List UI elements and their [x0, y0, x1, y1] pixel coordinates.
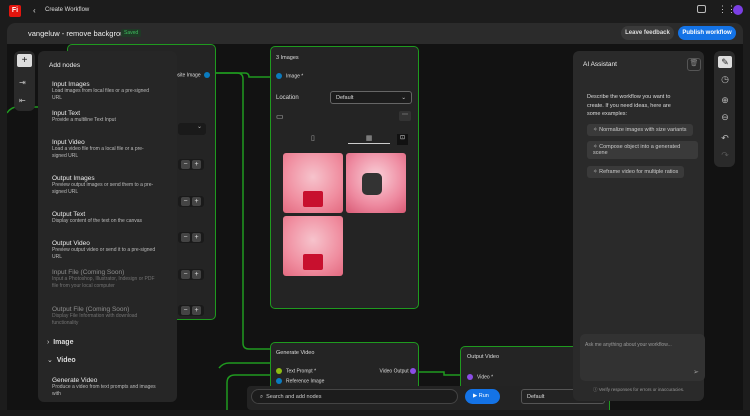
zoom-out-icon[interactable]: ⊖	[718, 111, 732, 123]
chevron-down-icon: ⌄	[47, 357, 57, 364]
node-title: Generate Video	[276, 350, 315, 356]
left-tool-rail: + ⇥ ⇤	[14, 51, 35, 111]
stepper[interactable]: − +	[178, 305, 204, 316]
add-nodes-panel: Add nodes Input Images Load images from l…	[38, 51, 177, 402]
port-label: Video *	[477, 374, 494, 381]
zoom-in-icon[interactable]: ⊕	[718, 94, 732, 106]
top-bar: Fi ‹ Create Workflow ⋮⋮	[0, 0, 750, 22]
send-icon: ➢	[693, 369, 699, 376]
avatar[interactable]	[733, 5, 743, 15]
stepper[interactable]: − +	[178, 269, 204, 280]
node-item[interactable]: Input Text Provide a multiline Text Input	[52, 110, 157, 139]
run-button[interactable]: ▶ Run	[465, 389, 500, 404]
output-port[interactable]	[204, 72, 210, 78]
stepper[interactable]: − +	[178, 159, 204, 170]
workspace: vangeluw - remove background Saved Leave…	[7, 23, 743, 410]
node-item[interactable]: Output Video Preview output video or send…	[52, 240, 157, 269]
add-node-plus-icon[interactable]: +	[17, 54, 32, 67]
node-item-disabled: Input File (Coming Soon) Input a Photosho…	[52, 269, 155, 289]
input-port[interactable]	[467, 374, 473, 380]
output-port[interactable]	[410, 368, 416, 374]
disclaimer: ⓘ Verify responses for errors or inaccur…	[593, 387, 685, 392]
assistant-chat-icon[interactable]: ✎	[718, 56, 732, 68]
port-label: osite Image	[174, 72, 201, 79]
node-item[interactable]: Input Images Load images from local files…	[52, 81, 157, 110]
chat-icon[interactable]	[697, 5, 706, 13]
example-prompt[interactable]: ✧ Normalize images with size variants	[587, 124, 693, 136]
node-item[interactable]: Input Video Load a video file from a loca…	[52, 139, 157, 175]
trash-icon[interactable]: 🗑	[687, 58, 701, 71]
node-item[interactable]: Generate Video Produce a video from text …	[52, 377, 162, 398]
input-port[interactable]	[276, 378, 282, 384]
dropdown-chevron-icon[interactable]: ⌄	[178, 123, 206, 135]
example-prompt[interactable]: ✧ Reframe video for multiple ratios	[587, 166, 685, 178]
right-tool-rail: ✎ ◷ ⊕ ⊖ ↶ ↷	[714, 51, 735, 167]
chevron-down-icon: ⌄	[401, 95, 406, 101]
folder-icon[interactable]: ▭	[276, 112, 284, 121]
zoom-fit-icon[interactable]: ⊡	[397, 134, 408, 145]
image-thumbnail[interactable]	[346, 153, 406, 213]
stepper[interactable]: − +	[178, 232, 204, 243]
input-port[interactable]	[276, 73, 282, 79]
export-icon[interactable]: ⇤	[19, 96, 26, 105]
node-list: Input Images Load images from local files…	[52, 81, 157, 343]
assistant-input[interactable]: Ask me anything about your workflow... ➢	[580, 334, 705, 381]
search-nodes-input[interactable]: ⌕ Search and add nodes	[251, 389, 458, 404]
images-node[interactable]: 3 Images Image * Location Default ⌄ ▭ ⋯ ▯…	[270, 46, 419, 309]
history-icon[interactable]: ◷	[718, 73, 732, 85]
app-logo: Fi	[9, 5, 21, 17]
port-label: Video Output	[379, 368, 409, 375]
node-item[interactable]: Output Images Preview output images or se…	[52, 175, 157, 211]
panel-title: AI Assistant	[583, 61, 617, 68]
node-item-disabled: Output File (Coming Soon) Display File In…	[52, 306, 138, 326]
redo-icon[interactable]: ↷	[718, 149, 732, 161]
back-chevron-icon[interactable]: ‹	[33, 6, 36, 15]
location-select[interactable]: Default ⌄	[330, 91, 412, 104]
assistant-intro: Describe the workflow you want to create…	[587, 94, 671, 117]
image-thumbnail[interactable]	[283, 216, 343, 276]
section-image[interactable]: › Image	[47, 339, 73, 346]
location-label: Location	[276, 95, 299, 101]
example-prompt[interactable]: ✧ Compose object into a generated scene	[587, 141, 698, 159]
single-view-icon[interactable]: ▯	[311, 134, 315, 142]
panel-title: Add nodes	[49, 62, 81, 69]
port-label: Image *	[286, 73, 304, 80]
port-label: Text Prompt *	[286, 368, 317, 375]
node-title: 3 Images	[276, 55, 299, 61]
page-title: Create Workflow	[45, 7, 90, 13]
port-label: Reference Image	[286, 378, 325, 385]
undo-icon[interactable]: ↶	[718, 132, 732, 144]
grid-view-icon[interactable]: ▦	[348, 134, 390, 144]
bottom-toolbar: ⌕ Search and add nodes ▶ Run Default	[247, 386, 607, 410]
section-video[interactable]: ⌄ Video	[47, 356, 76, 364]
stepper[interactable]: − +	[178, 196, 204, 207]
ai-assistant-panel: AI Assistant 🗑 Describe the workflow you…	[573, 51, 705, 401]
input-port[interactable]	[276, 368, 282, 374]
more-options-icon[interactable]: ⋯	[399, 111, 411, 121]
image-thumbnail[interactable]	[283, 153, 343, 213]
node-item[interactable]: Output Text Display content of the text o…	[52, 211, 157, 240]
import-icon[interactable]: ⇥	[19, 78, 26, 87]
node-title: Output Video	[467, 354, 500, 360]
